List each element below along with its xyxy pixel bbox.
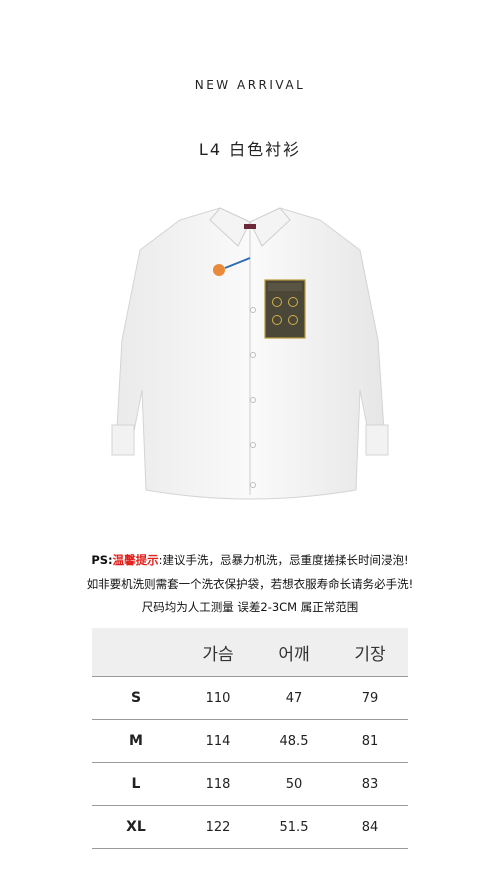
header-length: 기장 [332,628,408,677]
product-name: L4 白色衬衫 [198,140,302,159]
shoulder-value: 47 [285,690,303,706]
length-value: 84 [361,819,379,835]
warm-tip-label: 温馨提示 [112,553,159,567]
measurement-note: 尺码均为人工测量 误差2-3CM 属正常范围 [141,600,359,614]
ps-prefix: PS: [91,553,113,567]
chest-value: 122 [205,819,231,835]
header-title: NEW ARRIVAL [194,78,306,92]
table-row: M 114 48.5 81 [92,719,408,763]
table-row: XL 122 51.5 84 [92,805,408,849]
header-shoulder: 어깨 [256,628,332,677]
table-row: L 118 50 83 [92,762,408,806]
shoulder-value: 51.5 [279,819,309,835]
shirt-illustration [111,207,389,500]
size-label: L [131,776,141,792]
chest-value: 110 [205,690,231,706]
shoulder-value: 50 [285,776,303,792]
size-chart-table: 가슴 어깨 기장 S 110 47 79 M 114 48.5 81 L 118… [92,628,408,849]
shoulder-value: 48.5 [279,733,309,749]
size-label: M [129,733,143,749]
header-chest: 가슴 [180,628,256,677]
size-label: XL [126,819,146,835]
size-chart-header: 가슴 어깨 기장 [92,628,408,677]
chest-value: 114 [205,733,231,749]
table-row: S 110 47 79 [92,676,408,720]
product-image [60,190,440,520]
care-instructions: :建议手洗，忌暴力机洗，忌重度搓揉长时间浸泡! [158,553,409,567]
care-notice-line2: 如非要机洗则需套一个洗衣保护袋，若想衣服寿命长请务必手洗! [86,577,414,591]
header-size [92,628,180,677]
size-label: S [130,690,142,706]
length-value: 79 [361,690,379,706]
length-value: 81 [361,733,379,749]
chest-value: 118 [205,776,231,792]
care-notice-line1: PS:温馨提示:建议手洗，忌暴力机洗，忌重度搓揉长时间浸泡! [0,552,500,568]
length-value: 83 [361,776,379,792]
